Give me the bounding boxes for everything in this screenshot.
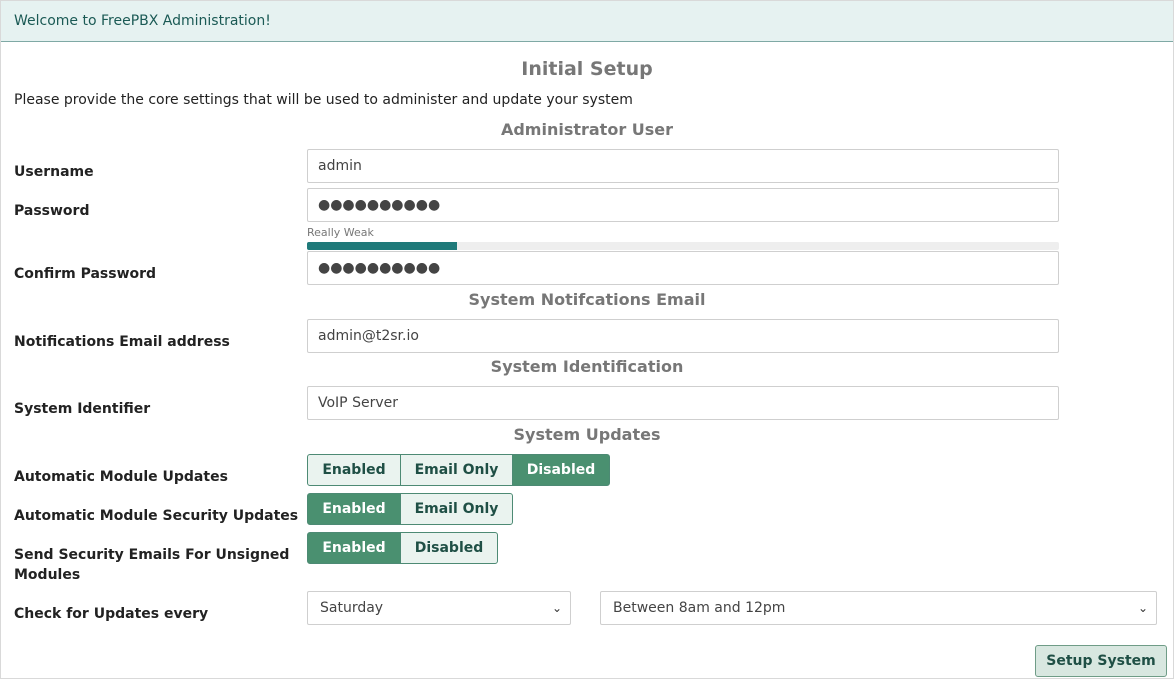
security-updates-label: Automatic Module Security Updates [14, 508, 299, 524]
module-updates-label: Automatic Module Updates [14, 469, 228, 485]
module-updates-disabled-button[interactable]: Disabled [512, 454, 610, 486]
security-updates-toggle: Enabled Email Only [307, 493, 513, 525]
security-updates-enabled-button[interactable]: Enabled [307, 493, 401, 525]
update-time-select[interactable]: Between 8am and 12pm ⌄ [600, 591, 1157, 625]
unsigned-emails-toggle: Enabled Disabled [307, 532, 498, 564]
module-updates-email-only-button[interactable]: Email Only [400, 454, 513, 486]
email-input[interactable]: admin@t2sr.io [307, 319, 1059, 353]
check-updates-label: Check for Updates every [14, 606, 209, 622]
section-heading-updates: System Updates [513, 425, 661, 444]
system-identifier-label: System Identifier [14, 401, 151, 417]
setup-panel: Welcome to FreePBX Administration! Initi… [0, 0, 1174, 679]
security-updates-email-only-button[interactable]: Email Only [400, 493, 513, 525]
username-input[interactable]: admin [307, 149, 1059, 183]
section-heading-identification: System Identification [490, 357, 684, 376]
setup-system-button[interactable]: Setup System [1035, 645, 1167, 677]
email-label: Notifications Email address [14, 334, 230, 350]
unsigned-emails-label-line2: Modules [14, 567, 81, 583]
system-identifier-input[interactable]: VoIP Server [307, 386, 1059, 420]
page-description: Please provide the core settings that wi… [14, 92, 633, 108]
unsigned-emails-enabled-button[interactable]: Enabled [307, 532, 401, 564]
module-updates-toggle: Enabled Email Only Disabled [307, 454, 610, 486]
confirm-password-label: Confirm Password [14, 266, 157, 282]
page-title: Initial Setup [521, 58, 653, 80]
update-day-value: Saturday [320, 600, 384, 616]
chevron-down-icon: ⌄ [551, 601, 562, 615]
chevron-down-icon: ⌄ [1137, 601, 1148, 615]
unsigned-emails-disabled-button[interactable]: Disabled [400, 532, 498, 564]
password-strength-meter [307, 242, 1059, 250]
update-time-value: Between 8am and 12pm [613, 600, 786, 616]
unsigned-emails-label-line1: Send Security Emails For Unsigned [14, 547, 290, 563]
password-strength-fill [307, 242, 458, 250]
password-label: Password [14, 203, 90, 219]
module-updates-enabled-button[interactable]: Enabled [307, 454, 401, 486]
password-input[interactable]: ●●●●●●●●●● [307, 188, 1059, 222]
username-label: Username [14, 164, 94, 180]
password-strength-text: Really Weak [307, 226, 374, 239]
confirm-password-input[interactable]: ●●●●●●●●●● [307, 251, 1059, 285]
section-heading-admin-user: Administrator User [500, 120, 674, 139]
section-heading-notifications: System Notifcations Email [468, 290, 706, 309]
unsigned-emails-label: Send Security Emails For Unsigned Module… [14, 545, 289, 585]
welcome-banner: Welcome to FreePBX Administration! [1, 1, 1173, 42]
update-day-select[interactable]: Saturday ⌄ [307, 591, 571, 625]
